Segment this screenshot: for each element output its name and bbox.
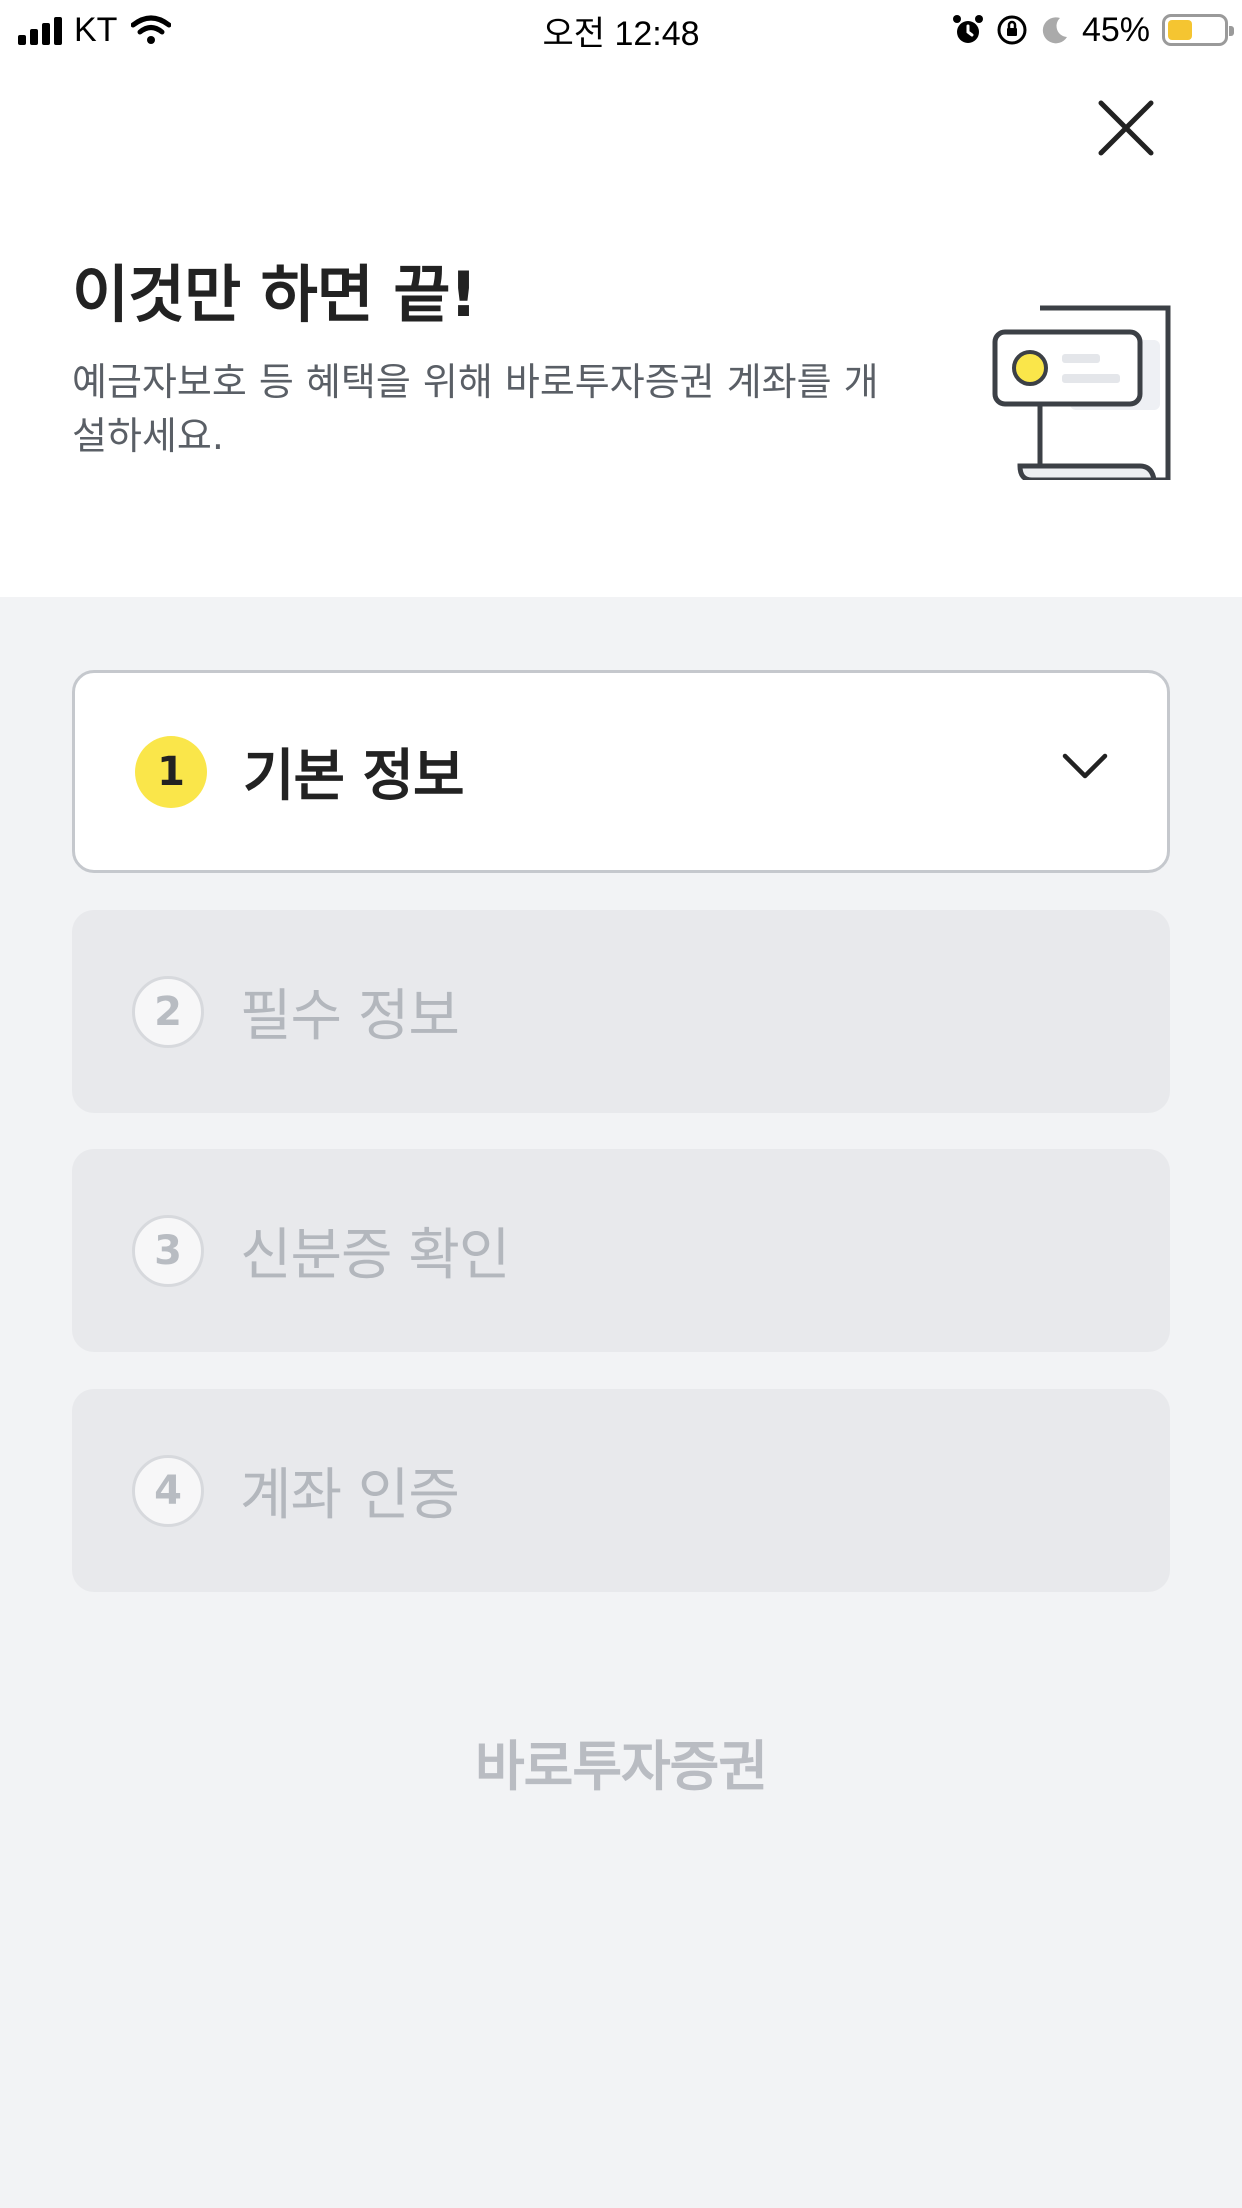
step-id-verification[interactable]: 3 신분증 확인: [72, 1149, 1170, 1352]
battery-icon: [1162, 14, 1234, 46]
step-number-badge: 3: [132, 1214, 204, 1287]
chevron-down-icon[interactable]: [1061, 751, 1109, 781]
step-account-verification[interactable]: 4 계좌 인증: [72, 1389, 1170, 1592]
battery-percent: 45%: [1081, 10, 1150, 49]
close-button[interactable]: [1090, 92, 1162, 164]
step-label: 필수 정보: [240, 984, 460, 1049]
footer-brand: 바로투자증권: [474, 1735, 768, 1798]
step-number-badge: 2: [132, 975, 204, 1048]
page-title: 이것만 하면 끝!: [72, 258, 478, 331]
status-bar: KT 오전 12:48 45%: [0, 0, 1242, 60]
close-icon: [1098, 100, 1154, 156]
step-number-badge: 4: [132, 1454, 204, 1527]
status-right: 45%: [952, 10, 1234, 50]
rotation-lock-icon: [997, 15, 1027, 45]
header: 이것만 하면 끝! 예금자보호 등 혜택을 위해 바로투자증권 계좌를 개설하세…: [0, 60, 1242, 597]
step-required-info[interactable]: 2 필수 정보: [72, 910, 1170, 1113]
step-label: 신분증 확인: [240, 1223, 510, 1288]
step-label: 계좌 인증: [240, 1463, 460, 1528]
step-basic-info[interactable]: 1 기본 정보: [72, 670, 1170, 873]
alarm-icon: [952, 15, 983, 43]
step-number-badge: 1: [135, 735, 207, 808]
page-subtitle: 예금자보호 등 혜택을 위해 바로투자증권 계좌를 개설하세요.: [72, 360, 879, 458]
document-card-icon: [992, 305, 1171, 480]
battery-fill: [1168, 20, 1192, 40]
moon-icon: [1042, 17, 1067, 44]
step-label: 기본 정보: [243, 744, 465, 809]
